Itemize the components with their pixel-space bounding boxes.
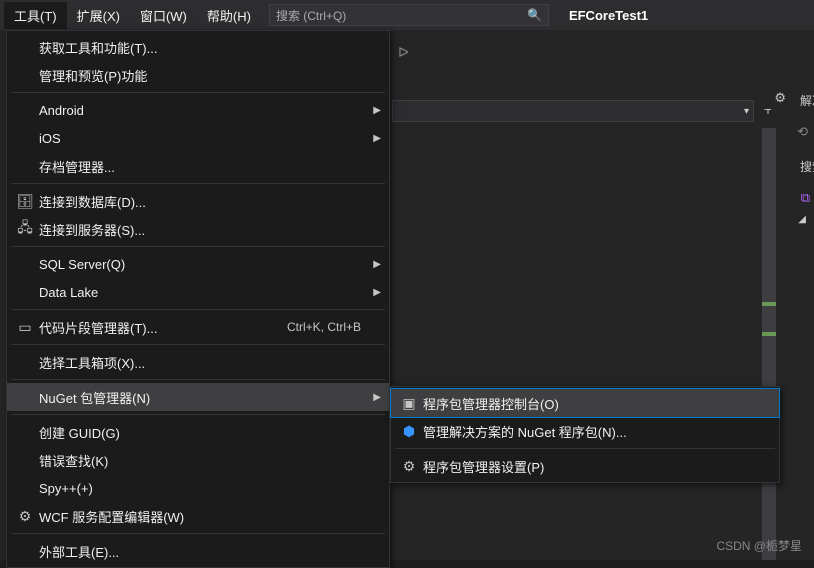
mi-manage-preview[interactable]: 管理和预览(P)功能 (7, 61, 389, 89)
separator (11, 309, 385, 310)
mi-connect-db[interactable]: 🗄连接到数据库(D)... (7, 187, 389, 215)
document-tabbar[interactable]: ▾ (392, 100, 754, 122)
separator (11, 533, 385, 534)
mi-android[interactable]: Android▶ (7, 96, 389, 124)
server-icon: 🖧 (11, 217, 39, 241)
mi-create-guid[interactable]: 创建 GUID(G) (7, 418, 389, 446)
menu-help[interactable]: 帮助(H) (197, 2, 261, 29)
package-icon: ⬢ (395, 423, 423, 440)
split-editor-icon[interactable]: ⫟ (764, 102, 772, 118)
search-solution-label: 搜索 (800, 158, 814, 175)
search-box[interactable]: 搜索 (Ctrl+Q) 🔍 (269, 4, 549, 26)
console-icon: ▣ (395, 395, 423, 412)
scrollbar-marker (762, 332, 776, 336)
gear-icon: ⚙ (11, 508, 39, 525)
menu-window[interactable]: 窗口(W) (130, 2, 197, 29)
mi-connect-server[interactable]: 🖧连接到服务器(S)... (7, 215, 389, 243)
mi-external-tools[interactable]: 外部工具(E)... (7, 537, 389, 565)
separator (395, 448, 775, 449)
back-icon[interactable]: ⟲ (797, 124, 808, 140)
separator (11, 246, 385, 247)
solution-icon[interactable]: ⧉ (801, 190, 810, 206)
mi-spy[interactable]: Spy++(+) (7, 474, 389, 502)
mi-snippet-manager[interactable]: ▭代码片段管理器(T)...Ctrl+K, Ctrl+B (7, 313, 389, 341)
scrollbar-marker (762, 302, 776, 306)
separator (11, 344, 385, 345)
separator (11, 183, 385, 184)
mi-ios[interactable]: iOS▶ (7, 124, 389, 152)
expand-icon[interactable]: ◢ (798, 214, 806, 225)
search-placeholder: 搜索 (Ctrl+Q) (276, 7, 346, 24)
gear-icon: ⚙ (395, 458, 423, 475)
snippet-icon: ▭ (11, 319, 39, 336)
mi-nuget[interactable]: NuGet 包管理器(N)▶ (7, 383, 389, 411)
pin-icon[interactable]: ᐅ (398, 44, 409, 61)
mi-error-lookup[interactable]: 错误查找(K) (7, 446, 389, 474)
scrollbar-track[interactable] (762, 128, 776, 560)
separator (11, 92, 385, 93)
dropdown-icon[interactable]: ▾ (744, 106, 749, 117)
smi-pm-settings[interactable]: ⚙程序包管理器设置(P) (391, 452, 779, 480)
menu-extensions[interactable]: 扩展(X) (67, 2, 130, 29)
watermark: CSDN @栀梦星 (716, 537, 802, 554)
mi-wcf-editor[interactable]: ⚙WCF 服务配置编辑器(W) (7, 502, 389, 530)
nuget-submenu: ▣程序包管理器控制台(O) ⬢管理解决方案的 NuGet 程序包(N)... ⚙… (390, 386, 780, 483)
separator (11, 379, 385, 380)
separator (11, 414, 385, 415)
smi-manage-solution[interactable]: ⬢管理解决方案的 NuGet 程序包(N)... (391, 417, 779, 445)
tools-menu: 获取工具和功能(T)... 管理和预览(P)功能 Android▶ iOS▶ 存… (6, 30, 390, 568)
mi-choose-toolbox[interactable]: 选择工具箱项(X)... (7, 348, 389, 376)
menu-tools[interactable]: 工具(T) (4, 2, 67, 29)
mi-data-lake[interactable]: Data Lake▶ (7, 278, 389, 306)
smi-pm-console[interactable]: ▣程序包管理器控制台(O) (391, 389, 779, 417)
search-icon: 🔍 (527, 8, 542, 22)
solution-explorer-label: 解决 (800, 92, 814, 109)
project-name: EFCoreTest1 (569, 8, 648, 23)
mi-sql-server[interactable]: SQL Server(Q)▶ (7, 250, 389, 278)
mi-archive-manager[interactable]: 存档管理器... (7, 152, 389, 180)
menu-bar: 工具(T) 扩展(X) 窗口(W) 帮助(H) 搜索 (Ctrl+Q) 🔍 EF… (0, 0, 814, 30)
database-icon: 🗄 (11, 193, 39, 210)
mi-get-tools[interactable]: 获取工具和功能(T)... (7, 33, 389, 61)
gear-icon[interactable]: ⚙ (774, 90, 786, 106)
